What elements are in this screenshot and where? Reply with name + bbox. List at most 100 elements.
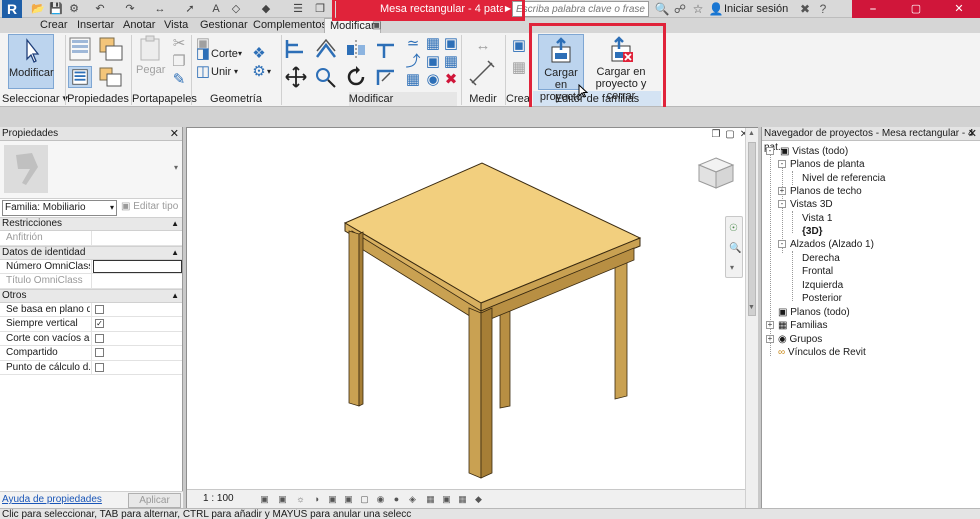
unpin-icon[interactable]: ▣ bbox=[442, 35, 460, 53]
view-scale[interactable]: 1 : 100 bbox=[203, 493, 234, 504]
close-icon[interactable]: ✕ bbox=[170, 127, 179, 141]
lock-icon[interactable]: ▦ bbox=[442, 53, 460, 71]
family-dropdown[interactable]: Familia: Mobiliario ▾ bbox=[2, 200, 117, 216]
work-plane-checkbox[interactable] bbox=[95, 304, 104, 314]
maximize-icon[interactable]: ▢ bbox=[895, 0, 937, 18]
tab-crear[interactable]: Crear bbox=[40, 18, 68, 33]
tree-item[interactable]: Izquierda bbox=[802, 279, 843, 292]
detail-level-icon[interactable]: ▣ bbox=[259, 494, 270, 505]
analysis-icon[interactable]: ▣ bbox=[441, 494, 452, 505]
shared-checkbox[interactable] bbox=[95, 348, 104, 357]
help-icon[interactable]: ? bbox=[815, 1, 831, 17]
navigation-bar[interactable]: ☉ 🔍 ▾ bbox=[725, 216, 743, 278]
visual-style-icon[interactable]: ▣ bbox=[277, 494, 288, 505]
tab-gestionar[interactable]: Gestionar bbox=[200, 18, 248, 33]
3d-view-icon[interactable]: ◇ bbox=[228, 1, 244, 17]
tree-item[interactable]: ▣ Planos (todo) bbox=[766, 306, 850, 319]
favorites-icon[interactable]: ☆ bbox=[690, 1, 706, 17]
create-similar-icon[interactable]: ▦ bbox=[510, 59, 528, 77]
copy-element-icon[interactable] bbox=[314, 65, 338, 89]
cut-voids-checkbox[interactable] bbox=[95, 333, 104, 343]
cut-geometry-label[interactable]: Corte bbox=[211, 47, 238, 61]
split-gap-icon[interactable]: ⤴ bbox=[404, 53, 422, 71]
viewcube-icon[interactable] bbox=[697, 156, 735, 190]
ribbon-options-icon[interactable]: ▣ bbox=[372, 18, 386, 32]
chevron-down-icon[interactable]: ▾ bbox=[174, 163, 178, 172]
section-header[interactable]: Otros ▲ bbox=[0, 288, 182, 303]
aligned-dimension-icon[interactable] bbox=[468, 59, 498, 87]
join-geometry-icon[interactable]: ◫ bbox=[194, 63, 212, 81]
edit-type-button[interactable]: ▣ Editar tipo bbox=[121, 201, 178, 212]
omniclass-number-field[interactable] bbox=[93, 259, 182, 273]
tree-item[interactable]: - ▣ Vistas (todo) bbox=[766, 145, 848, 158]
match-properties-icon[interactable]: ✎ bbox=[170, 71, 188, 89]
align-icon[interactable] bbox=[284, 37, 308, 61]
close-icon[interactable]: ✕ bbox=[968, 127, 977, 141]
properties-help-link[interactable]: Ayuda de propiedades bbox=[2, 494, 102, 505]
exchange-icon[interactable]: ✖ bbox=[797, 1, 813, 17]
tree-item[interactable]: + ▦ Familias bbox=[766, 319, 827, 332]
render-icon[interactable]: ▣ bbox=[327, 494, 338, 505]
temp-view-icon[interactable]: ▦ bbox=[425, 494, 436, 505]
type-selector[interactable]: ▾ bbox=[0, 141, 182, 199]
trim-extend-icon[interactable] bbox=[374, 37, 398, 61]
calc-point-checkbox[interactable] bbox=[95, 362, 104, 372]
highlight-icon[interactable]: ▦ bbox=[457, 494, 468, 505]
subscription-icon[interactable]: ☍ bbox=[672, 1, 688, 17]
tree-item[interactable]: + ◉ Grupos bbox=[766, 333, 822, 346]
table-model[interactable] bbox=[187, 128, 743, 488]
crop-view-icon[interactable]: ▣ bbox=[343, 494, 354, 505]
section-header[interactable]: Restricciones ▲ bbox=[0, 217, 182, 231]
paint-icon[interactable]: ⚙ bbox=[250, 63, 268, 81]
constraints-icon[interactable]: ◆ bbox=[473, 494, 484, 505]
tree-item[interactable]: - Alzados (Alzado 1) bbox=[778, 238, 874, 251]
vertical-scrollbar[interactable]: ▲ ▼ bbox=[745, 128, 758, 508]
tree-item[interactable]: Derecha bbox=[802, 252, 840, 265]
reveal-hidden-icon[interactable]: ◈ bbox=[407, 494, 418, 505]
sun-path-icon[interactable]: ☼ bbox=[295, 494, 306, 505]
pin-icon[interactable]: ◉ bbox=[424, 71, 442, 89]
tab-anotar[interactable]: Anotar bbox=[123, 18, 155, 33]
wall-joins-icon[interactable]: ❖ bbox=[250, 45, 268, 63]
load-into-project-button[interactable]: Cargar en proyecto bbox=[538, 34, 584, 103]
create-group-icon[interactable]: ▣ bbox=[510, 37, 528, 55]
revit-logo-icon[interactable]: R bbox=[2, 0, 22, 18]
array-icon[interactable]: ▦ bbox=[404, 71, 422, 89]
move-icon[interactable] bbox=[284, 65, 308, 89]
apply-button[interactable]: Aplicar bbox=[128, 493, 181, 508]
3d-viewport[interactable]: ❐ ▢ ✕ ☉ 🔍 ▾ ▲ ▼ 1 : 100 ▣ ▣ ☼ ◑ ▣ ▣ ▢ ◉ … bbox=[186, 127, 758, 509]
lock-view-icon[interactable]: ◉ bbox=[375, 494, 386, 505]
cut-icon[interactable]: ✂ bbox=[170, 35, 188, 53]
family-category-icon[interactable] bbox=[98, 36, 124, 62]
sync-icon[interactable]: ⚙ bbox=[66, 1, 82, 17]
scale-icon[interactable]: ▣ bbox=[424, 53, 442, 71]
load-into-project-close-button[interactable]: Cargar en proyecto y cerrar bbox=[585, 34, 657, 102]
undo-icon[interactable]: ↶ bbox=[92, 1, 108, 17]
cut-geometry-icon[interactable]: ◨ bbox=[194, 45, 212, 63]
measure-distance-icon[interactable]: ↔ bbox=[468, 37, 498, 55]
text-icon[interactable]: A bbox=[208, 1, 224, 17]
rotate-icon[interactable] bbox=[344, 65, 368, 89]
panel-select-label[interactable]: Seleccionar ▾ bbox=[2, 92, 68, 106]
tree-item[interactable]: Vista 1 bbox=[802, 212, 832, 225]
always-vertical-checkbox[interactable]: ✓ bbox=[95, 319, 104, 328]
tree-item[interactable]: Nivel de referencia bbox=[802, 172, 885, 185]
dimension-icon[interactable]: ➚ bbox=[182, 1, 198, 17]
offset-icon[interactable] bbox=[314, 37, 338, 61]
paste-button[interactable]: Pegar bbox=[136, 34, 165, 89]
tree-item[interactable]: - Vistas 3D bbox=[778, 198, 833, 211]
tree-item[interactable]: ∞ Vínculos de Revit bbox=[766, 346, 866, 359]
minimize-icon[interactable]: ⎯ bbox=[852, 0, 894, 18]
section-icon[interactable]: ◆ bbox=[258, 1, 274, 17]
measure-icon[interactable]: ↔ bbox=[152, 1, 168, 17]
properties-palette-icon[interactable] bbox=[68, 66, 92, 88]
split-icon[interactable]: ≃ bbox=[404, 35, 422, 53]
hide-isolate-icon[interactable]: ● bbox=[391, 494, 402, 505]
type-properties-icon[interactable] bbox=[68, 36, 92, 62]
crop-region-icon[interactable]: ▢ bbox=[359, 494, 370, 505]
tree-item[interactable]: - Planos de planta bbox=[778, 158, 865, 171]
tree-item-selected[interactable]: {3D} bbox=[802, 225, 823, 238]
tab-complementos[interactable]: Complementos bbox=[253, 18, 327, 33]
delete-icon[interactable]: ✖ bbox=[442, 71, 460, 89]
section-header[interactable]: Datos de identidad ▲ bbox=[0, 245, 182, 260]
